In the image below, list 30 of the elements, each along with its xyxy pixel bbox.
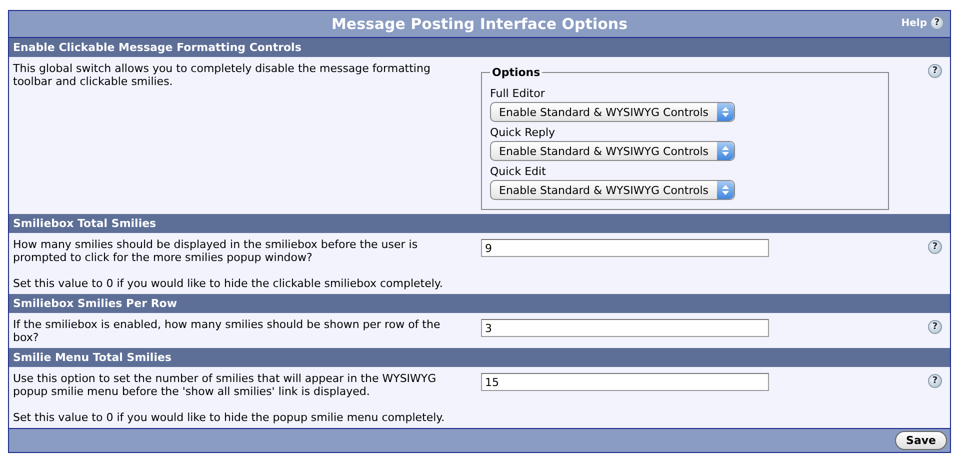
stepper-icon — [722, 146, 729, 156]
stepper-icon — [722, 185, 729, 195]
dropdown-select[interactable]: Enable Standard & WYSIWYG Controls — [490, 180, 735, 200]
help-icon[interactable]: ? — [928, 64, 942, 78]
section-heading: Enable Clickable Message Formatting Controls — [9, 38, 950, 57]
setting-description: Set this value to 0 if you would like to hide the popup smilie menu completely. — [13, 411, 446, 424]
dropdown-select[interactable]: Enable Standard & WYSIWYG Controls — [490, 102, 735, 122]
help-icon[interactable]: ? — [930, 16, 944, 30]
panel-title: Message Posting Interface Options — [331, 15, 628, 33]
number-input-field[interactable]: 15 — [481, 373, 769, 391]
number-input-field[interactable]: 9 — [481, 239, 769, 257]
section-heading: Smiliebox Smilies Per Row — [9, 294, 950, 313]
number-input-field[interactable]: 3 — [481, 319, 769, 337]
save-button[interactable]: Save — [895, 431, 947, 450]
setting-description: How many smilies should be displayed in the smiliebox before the user is prompted to click for the more smilies popup window? — [13, 238, 419, 264]
section-heading: Smilie Menu Total Smilies — [9, 348, 950, 367]
select-label: Quick Reply — [490, 126, 556, 139]
setting-description: Set this value to 0 if you would like to hide the clickable smiliebox completely. — [13, 277, 444, 290]
section-heading: Smiliebox Total Smilies — [9, 214, 950, 233]
setting-description: Use this option to set the number of smilies that will appear in the WYSIWYG popup smilie menu before the 'show all smilies' link is displayed. — [13, 372, 438, 398]
setting-description: If the smiliebox is enabled, how many smilies should be shown per row of the box? — [13, 318, 442, 344]
help-icon[interactable]: ? — [928, 240, 942, 254]
help-icon[interactable]: ? — [928, 320, 942, 334]
stepper-icon — [722, 107, 729, 117]
help-icon[interactable]: ? — [928, 374, 942, 388]
select-label: Full Editor — [490, 87, 546, 100]
fieldset-legend: Options — [490, 66, 542, 79]
select-label: Quick Edit — [490, 165, 547, 178]
dropdown-select[interactable]: Enable Standard & WYSIWYG Controls — [490, 141, 735, 161]
setting-description: This global switch allows you to completely disable the message formatting toolbar and clickable smilies. — [13, 62, 432, 88]
